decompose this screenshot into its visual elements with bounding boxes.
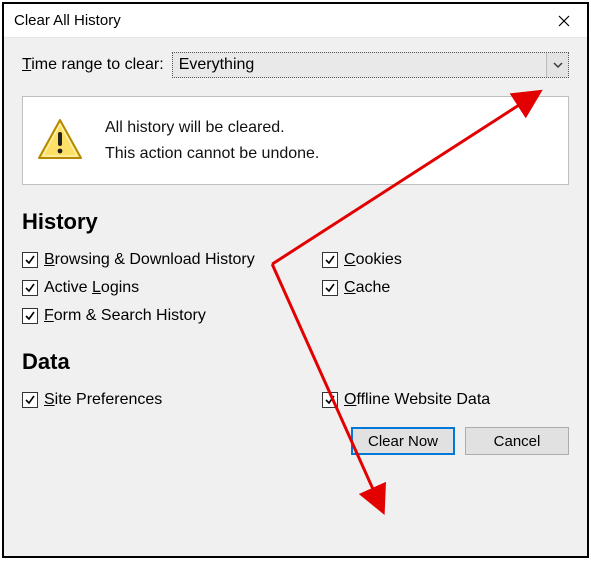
- chevron-down-icon: [553, 62, 563, 68]
- check-active-logins[interactable]: Active Logins: [22, 279, 312, 297]
- dropdown-arrow[interactable]: [546, 53, 568, 77]
- warning-line2: This action cannot be undone.: [105, 141, 319, 167]
- time-range-select-wrap: Everything: [172, 52, 569, 78]
- checkbox-icon: [322, 392, 338, 408]
- time-range-row: Time range to clear: Everything: [22, 52, 569, 78]
- warning-line1: All history will be cleared.: [105, 115, 319, 141]
- checkbox-icon: [322, 252, 338, 268]
- check-cache[interactable]: Cache: [322, 279, 569, 297]
- time-range-value: Everything: [179, 56, 255, 74]
- button-row: Clear Now Cancel: [22, 427, 569, 455]
- warning-icon: [37, 118, 83, 164]
- check-cookies[interactable]: Cookies: [322, 251, 569, 269]
- warning-text: All history will be cleared. This action…: [105, 115, 319, 166]
- checkbox-icon: [22, 252, 38, 268]
- checkbox-icon: [22, 392, 38, 408]
- window-title: Clear All History: [14, 12, 121, 29]
- dialog-window: Clear All History Time range to clear: E…: [2, 2, 589, 558]
- cancel-button[interactable]: Cancel: [465, 427, 569, 455]
- close-button[interactable]: [541, 4, 587, 38]
- data-checks: Site Preferences Offline Website Data: [22, 391, 569, 409]
- check-form-history[interactable]: Form & Search History: [22, 307, 312, 325]
- time-range-select[interactable]: Everything: [172, 52, 569, 78]
- check-offline-data[interactable]: Offline Website Data: [322, 391, 569, 409]
- checkbox-icon: [22, 280, 38, 296]
- section-data-title: Data: [22, 349, 569, 375]
- check-site-preferences[interactable]: Site Preferences: [22, 391, 312, 409]
- time-range-label: Time range to clear:: [22, 56, 164, 74]
- titlebar: Clear All History: [4, 4, 587, 38]
- warning-box: All history will be cleared. This action…: [22, 96, 569, 185]
- section-history-title: History: [22, 209, 569, 235]
- clear-now-button[interactable]: Clear Now: [351, 427, 455, 455]
- checkbox-icon: [22, 308, 38, 324]
- dialog-content: Time range to clear: Everything: [4, 38, 587, 473]
- close-icon: [558, 15, 570, 27]
- history-checks: Browsing & Download History Cookies Acti…: [22, 251, 569, 325]
- checkbox-icon: [322, 280, 338, 296]
- check-browsing-history[interactable]: Browsing & Download History: [22, 251, 312, 269]
